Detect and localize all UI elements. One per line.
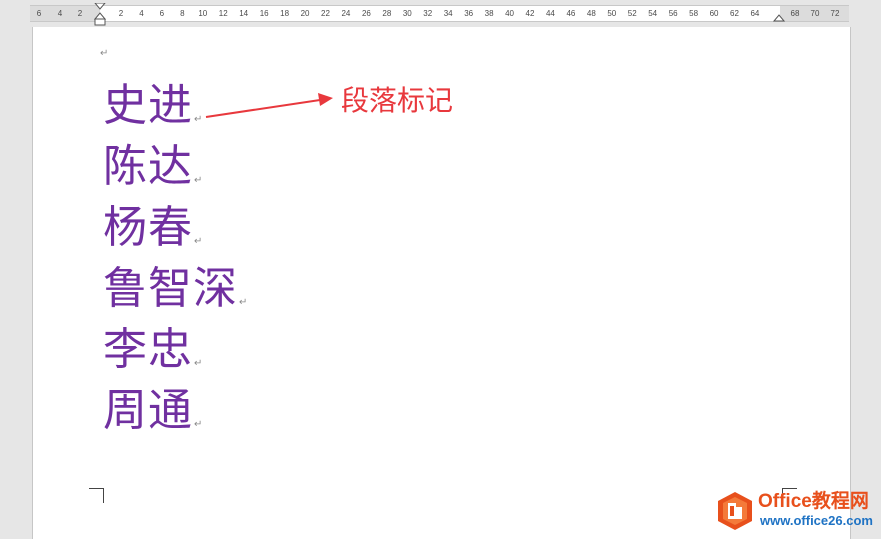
watermark: Office教程网 www.office26.com	[716, 490, 881, 534]
annotation-arrow-icon	[205, 93, 333, 118]
annotation-label: 段落标记	[341, 84, 454, 117]
watermark-brand: Office教程网	[758, 491, 869, 512]
watermark-url: www.office26.com	[760, 513, 873, 528]
office-logo-icon	[718, 492, 752, 530]
